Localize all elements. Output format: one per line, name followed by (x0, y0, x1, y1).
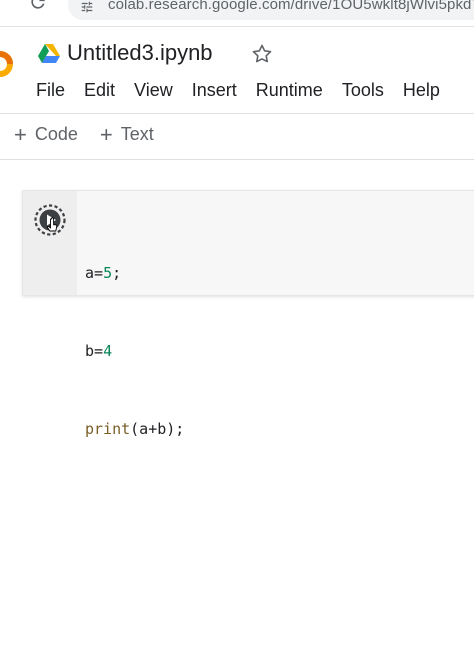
notebook-toolbar: + Code + Text (14, 121, 176, 147)
plus-icon: + (99, 121, 113, 147)
code-editor[interactable]: a=5; b=4 print(a+b); (85, 208, 184, 494)
code-line-1: a=5; (85, 264, 122, 282)
toolbar-divider (0, 159, 474, 160)
plus-icon: + (14, 121, 27, 147)
add-code-button[interactable]: + Code (14, 121, 78, 147)
menu-insert[interactable]: Insert (192, 80, 237, 101)
add-code-label: Code (34, 124, 78, 144)
add-text-button[interactable]: + Text (99, 121, 154, 147)
add-text-label: Text (120, 124, 154, 144)
menu-file[interactable]: File (36, 80, 65, 101)
browser-toolbar: colab.research.google.com/drive/1OU5wklt… (0, 0, 474, 27)
drive-icon[interactable] (38, 44, 60, 64)
tune-icon[interactable] (80, 0, 94, 14)
address-bar[interactable]: colab.research.google.com/drive/1OU5wklt… (68, 0, 474, 20)
run-cell-icon[interactable] (34, 204, 66, 236)
reload-icon[interactable] (28, 0, 48, 12)
menu-help[interactable]: Help (403, 80, 440, 101)
code-line-3: print(a+b); (85, 420, 185, 438)
url-text[interactable]: colab.research.google.com/drive/1OU5wklt… (108, 0, 474, 13)
colab-page: colab.research.google.com/drive/1OU5wklt… (0, 0, 474, 656)
colab-logo[interactable] (0, 50, 14, 78)
menu-view[interactable]: View (134, 80, 173, 101)
menu-runtime[interactable]: Runtime (256, 80, 323, 101)
menu-bar: File Edit View Insert Runtime Tools Help (36, 80, 459, 101)
star-icon[interactable] (250, 42, 274, 66)
code-cell[interactable]: a=5; b=4 print(a+b); (22, 190, 474, 438)
menu-edit[interactable]: Edit (84, 80, 115, 101)
header-divider (0, 113, 474, 114)
code-line-2: b=4 (85, 342, 113, 360)
cell-gutter (23, 191, 77, 295)
menu-tools[interactable]: Tools (342, 80, 384, 101)
notebook-title[interactable]: Untitled3.ipynb (67, 40, 213, 66)
